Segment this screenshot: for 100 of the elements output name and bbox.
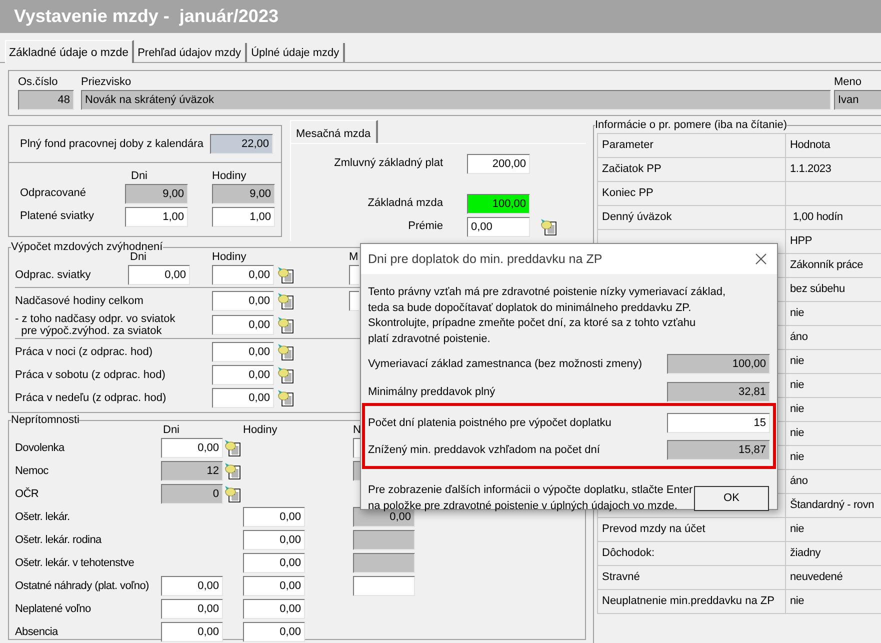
notepad-icon[interactable] <box>540 218 558 236</box>
input-field[interactable]: 15 <box>667 413 770 433</box>
table-cell: áno <box>786 326 881 350</box>
input-field[interactable]: 0,00 <box>212 264 274 284</box>
table-cell: Štandardný - rovn <box>786 494 881 518</box>
field-label: Ošetr. lekár. v tehotenstve <box>15 556 134 568</box>
field-label: Zmluvný základný plat <box>334 156 443 172</box>
table-cell: Dôchodok: <box>598 542 786 566</box>
column-header: Dni <box>130 251 147 263</box>
input-field[interactable]: 0,00 <box>243 530 305 550</box>
close-icon[interactable] <box>755 253 767 265</box>
field-label: Ošetr. lekár. rodina <box>15 534 102 546</box>
input-field[interactable]: 0,00 <box>243 622 305 642</box>
table-cell: Denný úväzok <box>598 206 786 230</box>
field-label: OČR <box>15 488 39 500</box>
field-label: Nemoc <box>15 464 48 476</box>
tab[interactable]: Mesačná mzda <box>290 120 378 143</box>
input-field[interactable]: 0,00 <box>212 364 274 384</box>
field-label: Nadčasové hodiny celkom <box>15 294 144 306</box>
field-label: Prémie <box>408 219 443 234</box>
column-header: Dni <box>162 424 180 436</box>
column-header: Hodiny <box>212 170 246 182</box>
notepad-icon[interactable] <box>224 438 242 456</box>
notepad-icon[interactable] <box>277 292 295 310</box>
table-cell: nie <box>786 422 881 446</box>
table-cell: nie <box>786 350 881 374</box>
field-label: Plný fond pracovnej doby z kalendára <box>20 136 204 152</box>
table-cell: 1,00 hodín <box>786 206 881 230</box>
notepad-icon[interactable] <box>277 266 295 284</box>
field-label: Absencia <box>15 626 58 638</box>
column-header: Parameter <box>598 134 786 158</box>
field-label: Základná mzda <box>368 196 443 212</box>
field-label: Odprac. sviatky <box>15 268 91 280</box>
readonly-field <box>353 530 415 550</box>
table-cell: nie <box>786 302 881 326</box>
input-field[interactable]: 0,00 <box>467 216 530 236</box>
readonly-field: 48 <box>18 90 74 110</box>
input-field[interactable] <box>349 290 359 310</box>
field-label: Vymeriavací základ zamestnanca (bez možnosti zmeny) <box>368 356 642 372</box>
table-cell: Koniec PP <box>598 182 786 206</box>
tab[interactable]: Úplné údaje mzdy <box>247 43 346 62</box>
field-label: Odpracované <box>20 186 86 202</box>
field-label: Dovolenka <box>15 442 64 454</box>
input-field[interactable]: 0,00 <box>161 438 223 458</box>
readonly-field: 12 <box>161 460 223 480</box>
notepad-icon[interactable] <box>277 366 295 384</box>
field-label: Práca v noci (z odprac. hod) <box>15 346 153 358</box>
table-cell: nie <box>786 446 881 470</box>
notepad-icon[interactable] <box>224 462 242 480</box>
input-field[interactable]: 0,00 <box>243 598 305 618</box>
input-field[interactable] <box>353 576 415 596</box>
field-label: Priezvisko <box>81 75 132 90</box>
notepad-icon[interactable] <box>277 342 295 360</box>
readonly-field: 32,81 <box>667 382 770 402</box>
field-label: Práca v sobotu (z odprac. hod) <box>15 368 166 380</box>
input-field[interactable]: 0,00 <box>243 576 305 596</box>
notepad-icon[interactable] <box>277 316 295 334</box>
message-text: Tento právny vzťah má pre zdravotné poistenie nízky vymeriavací základ, teda sa bude dopočítavať doplatok do minimálneho preddavku ZP. Skontrolujte, prípadne zmeňte počet dní, za ktoré sa z tohto vzťahu platí zdravotné poistenie. <box>368 285 726 346</box>
readonly-field: 9,00 <box>125 184 188 204</box>
column-header: N <box>353 424 361 436</box>
column-header: Dni <box>130 170 148 182</box>
group-title: Informácie o pr. pomere (iba na čítanie) <box>595 119 787 132</box>
input-field[interactable]: 1,00 <box>125 206 188 226</box>
notepad-icon[interactable] <box>224 484 242 502</box>
input-field[interactable]: 0,00 <box>243 506 305 526</box>
notepad-icon[interactable] <box>277 388 295 406</box>
input-field[interactable]: 0,00 <box>161 622 223 642</box>
field-label: Platené sviatky <box>20 209 94 224</box>
input-field[interactable]: 0,00 <box>212 314 274 334</box>
field-label: Práca v nedeľu (z odprac. hod) <box>15 392 166 404</box>
input-field[interactable]: 0,00 <box>128 264 190 284</box>
field-label: Ostatné náhrady (plat. voľno) <box>15 580 149 592</box>
input-field[interactable]: 200,00 <box>467 154 530 174</box>
highlighted-field: 100,00 <box>467 194 530 214</box>
input-field[interactable]: 0,00 <box>212 342 274 362</box>
field-label: Neplatené voľno <box>15 602 91 614</box>
input-field[interactable] <box>349 264 359 284</box>
readonly-field <box>353 552 415 572</box>
tab[interactable]: Základné údaje o mzde <box>5 40 134 63</box>
input-field[interactable]: 0,00 <box>212 290 274 310</box>
table-cell: Stravné <box>598 566 786 590</box>
input-field[interactable]: 0,00 <box>212 388 274 408</box>
readonly-field: Ivan <box>834 90 881 110</box>
dialog-title: Dni pre doplatok do min. preddavku na ZP <box>368 250 602 268</box>
field-label: - z toho nadčasy odpr. vo sviatok pre výpoč.zvýhod. za sviatok <box>15 312 176 336</box>
table-cell: bez súbehu <box>786 278 881 302</box>
field-label: Os.číslo <box>18 75 58 90</box>
ok-button[interactable]: OK <box>694 486 769 510</box>
field-label: Minimálny preddavok plný <box>368 384 496 400</box>
input-field[interactable]: 0,00 <box>161 598 223 618</box>
table-cell: 1.1.2023 <box>786 158 881 182</box>
column-header: Hodnota <box>786 134 881 158</box>
input-field[interactable]: 0,00 <box>161 576 223 596</box>
input-field[interactable]: 1,00 <box>212 206 275 226</box>
input-field[interactable]: 0,00 <box>243 552 305 572</box>
tab[interactable]: Prehľad údajov mzdy <box>134 43 248 62</box>
table-cell: HPP <box>786 230 881 254</box>
readonly-field: 9,00 <box>212 184 275 204</box>
readonly-field: 22,00 <box>210 134 273 154</box>
readonly-field: 100,00 <box>667 354 770 374</box>
